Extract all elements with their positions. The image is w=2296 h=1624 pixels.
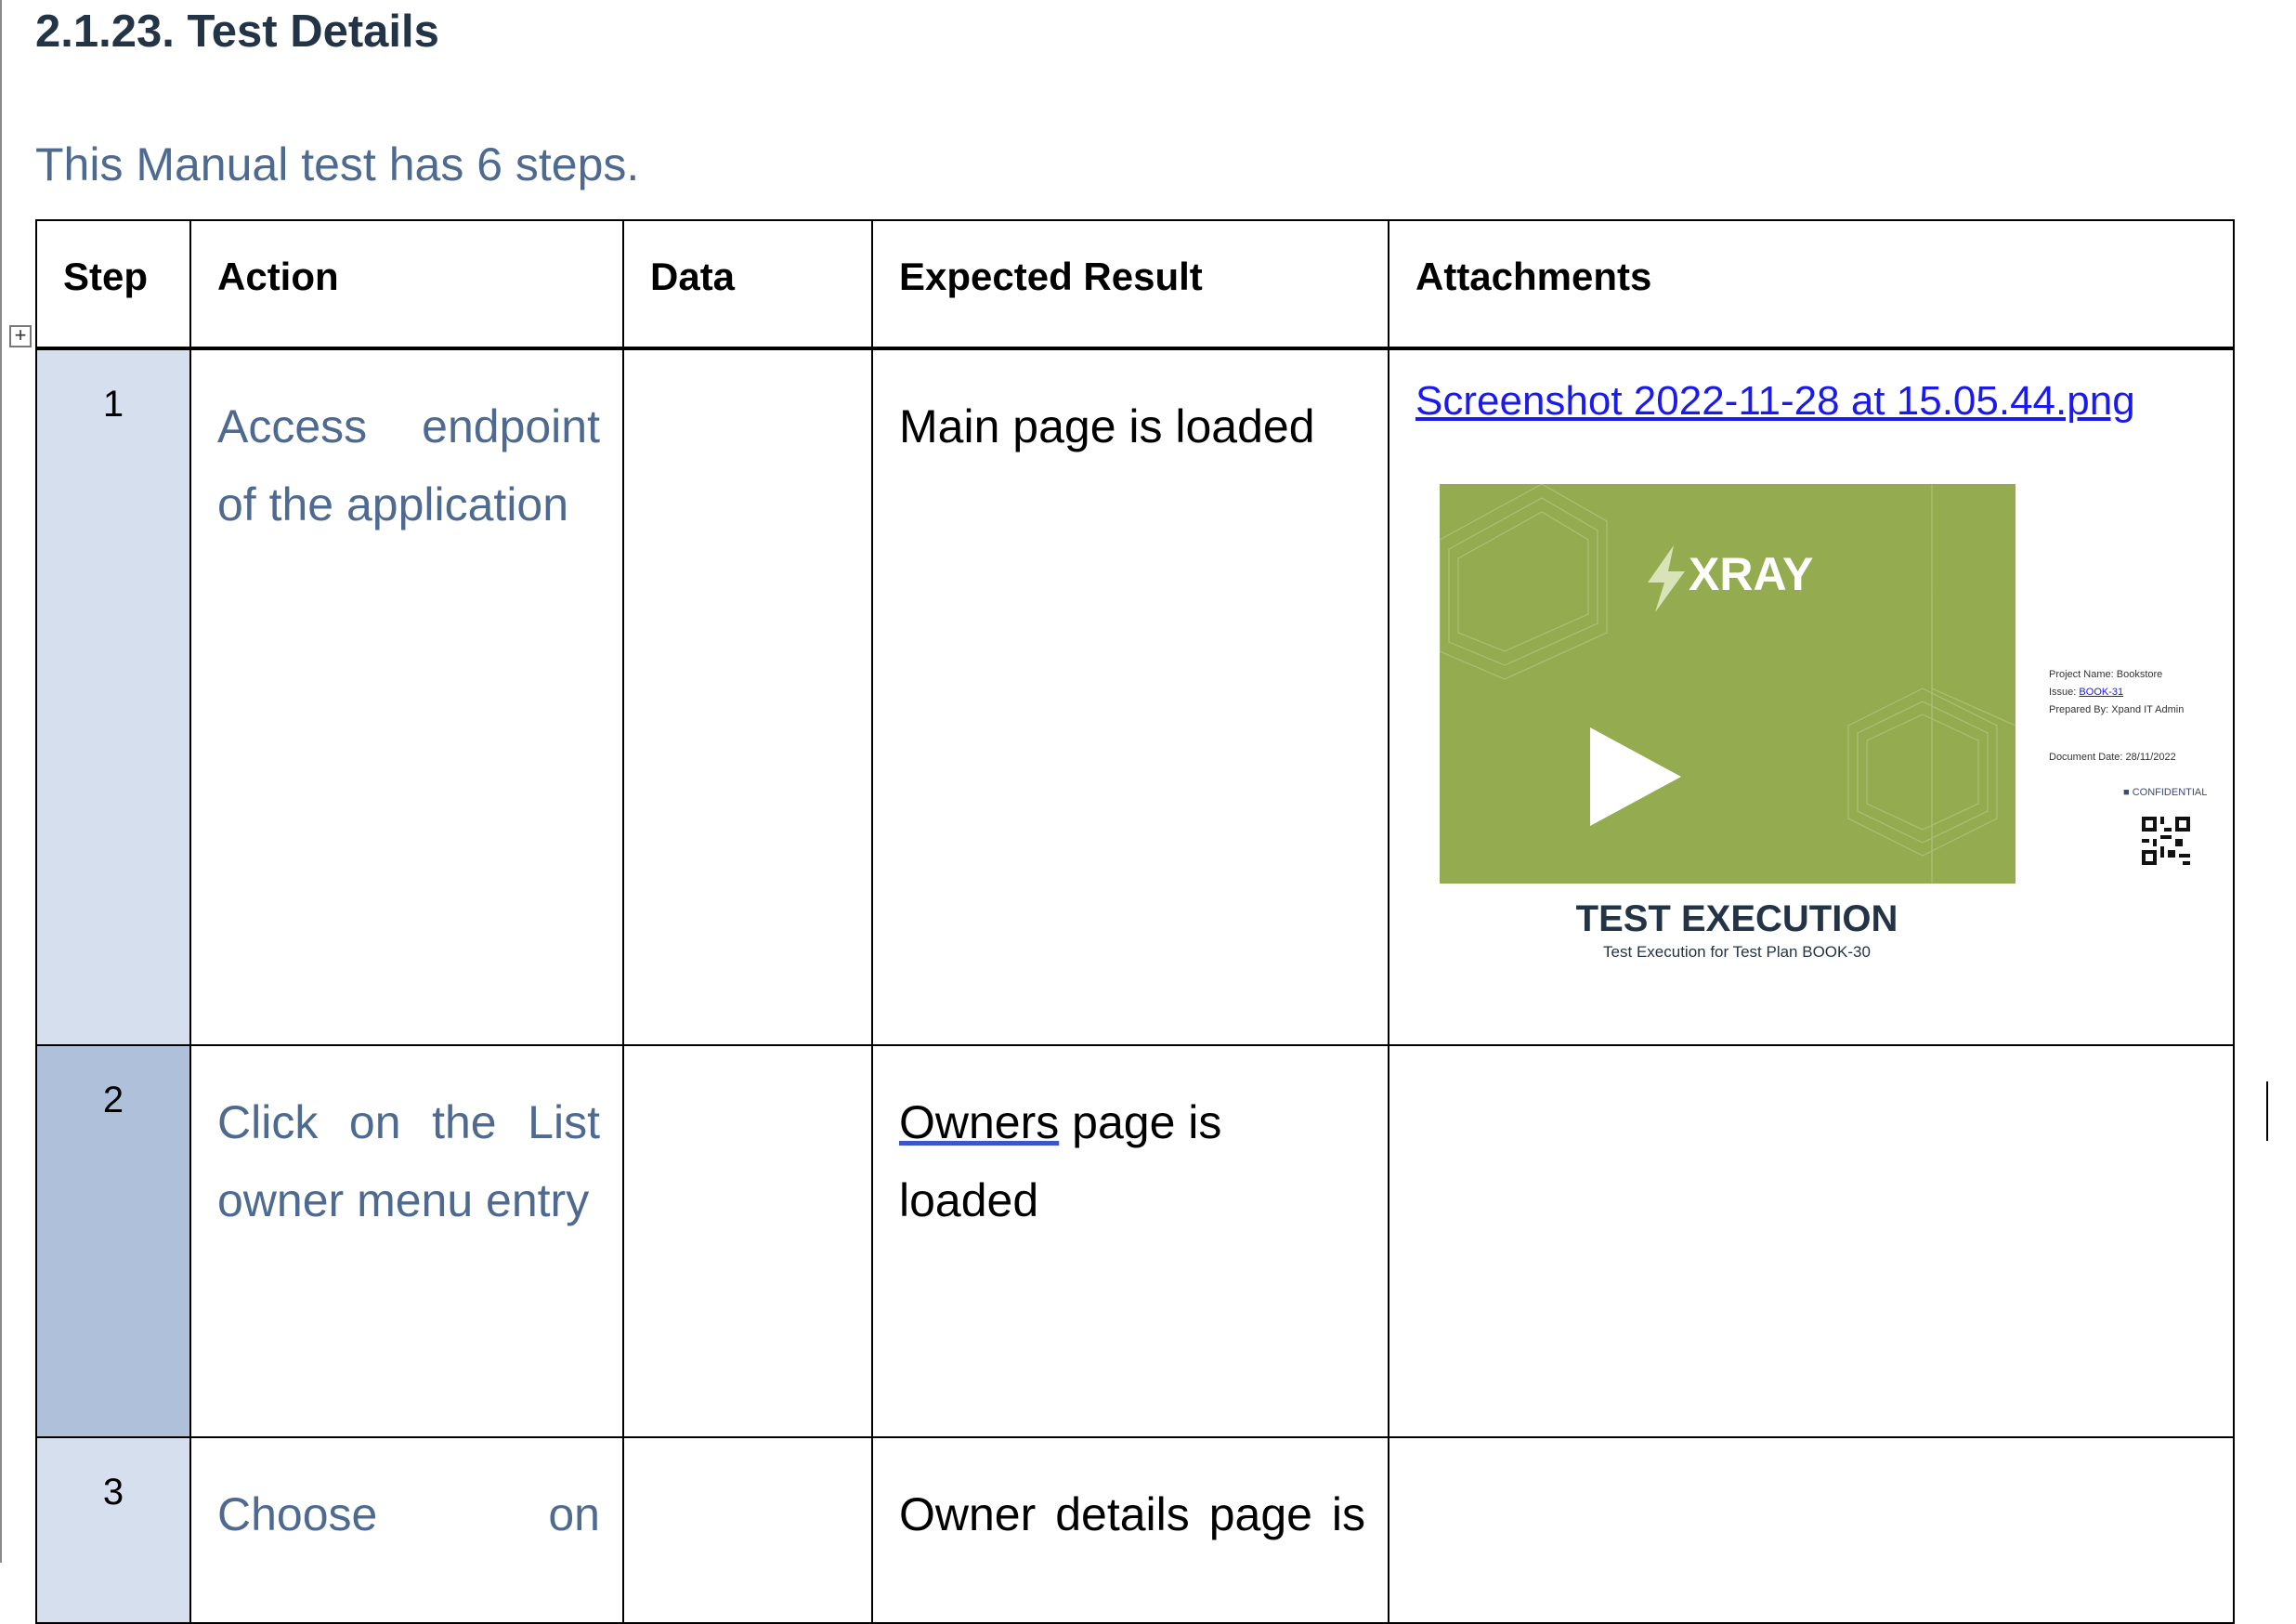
thumbnail-subtitle: Test Execution for Test Plan BOOK-30 bbox=[1603, 943, 1871, 961]
header-expected-result: Expected Result bbox=[871, 219, 1389, 350]
expected-result-cell: Main page is loaded bbox=[871, 347, 1389, 1046]
expected-text: Owner details page is bbox=[899, 1488, 1365, 1540]
expected-underlined-word: Owners bbox=[899, 1096, 1060, 1148]
intro-text: This Manual test has 6 steps. bbox=[35, 138, 640, 190]
table-row: 2 Click on the List owner menu entry Own… bbox=[35, 1044, 2235, 1438]
meta-issue-link: BOOK-31 bbox=[2079, 687, 2124, 698]
header-step: Step bbox=[35, 219, 191, 350]
step-number: 3 bbox=[35, 1436, 191, 1624]
data-cell bbox=[622, 347, 873, 1046]
table-move-handle-icon[interactable]: + bbox=[9, 325, 32, 347]
xray-logo: XRAY bbox=[1689, 548, 1814, 600]
action-cell: Access endpoint of the application bbox=[189, 347, 624, 1046]
action-cell: Click on the List owner menu entry bbox=[189, 1044, 624, 1438]
table-row: 3 Choose on Owner details page is bbox=[35, 1436, 2235, 1624]
attachment-thumbnail[interactable]: XRAY Project Name: Bookstore Issue: BOOK… bbox=[1440, 484, 2257, 967]
step-number: 1 bbox=[35, 347, 191, 1046]
meta-date: Document Date: 28/11/2022 bbox=[2049, 752, 2176, 763]
meta-issue: Issue: BOOK-31 bbox=[2049, 687, 2124, 698]
table-row: 1 Access endpoint of the application Mai… bbox=[35, 347, 2235, 1046]
data-cell bbox=[622, 1436, 873, 1624]
section-heading: 2.1.23. Test Details bbox=[35, 7, 439, 57]
attachments-cell: Screenshot 2022-11-28 at 15.05.44.png XR… bbox=[1388, 347, 2235, 1046]
attachments-cell bbox=[1388, 1436, 2235, 1624]
data-cell bbox=[622, 1044, 873, 1438]
play-icon bbox=[1590, 727, 1681, 826]
expected-result-cell: Owners page is loaded bbox=[871, 1044, 1389, 1438]
meta-project: Project Name: Bookstore bbox=[2049, 669, 2163, 680]
attachment-link[interactable]: Screenshot 2022-11-28 at 15.05.44.png bbox=[1415, 378, 2135, 425]
header-data: Data bbox=[622, 219, 873, 350]
cover-pattern bbox=[1440, 484, 2016, 884]
header-attachments: Attachments bbox=[1388, 219, 2235, 350]
action-text: Choose on bbox=[217, 1488, 600, 1540]
bolt-icon bbox=[1648, 545, 1685, 612]
page-left-rule bbox=[0, 0, 2, 1563]
qr-code-icon bbox=[2142, 817, 2190, 865]
test-steps-table: Step Action Data Expected Result Attachm… bbox=[35, 219, 2235, 1624]
action-cell: Choose on bbox=[189, 1436, 624, 1624]
step-number: 2 bbox=[35, 1044, 191, 1438]
expected-result-cell: Owner details page is bbox=[871, 1436, 1389, 1624]
meta-prepared: Prepared By: Xpand IT Admin bbox=[2049, 704, 2185, 715]
thumbnail-meta: Project Name: Bookstore Issue: BOOK-31 P… bbox=[2049, 666, 2184, 719]
table-header-row: Step Action Data Expected Result Attachm… bbox=[35, 219, 2235, 350]
text-cursor bbox=[2266, 1081, 2268, 1141]
attachments-cell bbox=[1388, 1044, 2235, 1438]
meta-confidential: ■ CONFIDENTIAL bbox=[2123, 787, 2208, 798]
header-action: Action bbox=[189, 219, 624, 350]
thumbnail-title: TEST EXECUTION bbox=[1575, 898, 1898, 939]
thumbnail-cover: XRAY bbox=[1440, 484, 2016, 884]
